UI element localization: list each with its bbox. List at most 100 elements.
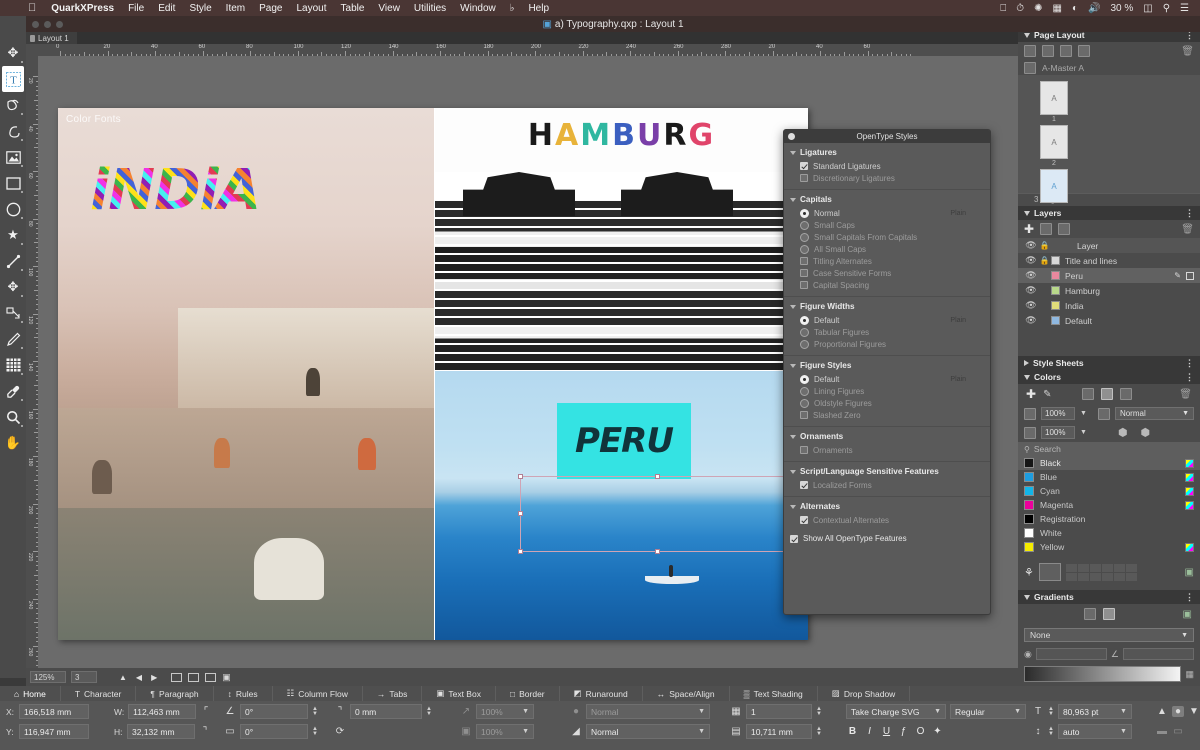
opentype-option-row[interactable]: Small Capitals From Capitals (784, 231, 990, 243)
flip-icon[interactable]: ⟳ (334, 726, 346, 737)
type-style-button[interactable]: ƒ (897, 726, 910, 737)
type-style-button[interactable]: B (846, 726, 859, 737)
battery-meter-icon[interactable]: ▦ (1048, 3, 1067, 14)
checkbox[interactable] (800, 481, 808, 489)
layer-row[interactable]: 👁Default (1018, 313, 1200, 328)
handle-bottom-center[interactable] (655, 549, 660, 554)
recent-colors-grid[interactable] (1066, 564, 1137, 581)
font-family-select[interactable]: Take Charge SVG▼ (846, 704, 946, 719)
fill-color-target-icon[interactable] (1082, 388, 1094, 400)
opentype-option-row[interactable]: Localized Forms (784, 479, 990, 491)
facing-pages-view-button[interactable] (188, 673, 199, 682)
gradient-radial-icon[interactable]: ⬢ (1141, 426, 1151, 439)
opentype-group-header[interactable]: Alternates (784, 501, 990, 514)
text-align-left-icon[interactable]: ▬ (1156, 726, 1168, 737)
opentype-option-row[interactable]: Standard Ligatures (784, 160, 990, 172)
show-all-opentype-checkbox[interactable] (790, 535, 798, 543)
menu-item-file[interactable]: File (121, 3, 151, 14)
master-page-row[interactable]: A-Master A (1018, 60, 1200, 75)
eyedropper-icon[interactable]: ⚘ (1024, 566, 1034, 579)
radio-button[interactable] (800, 233, 809, 242)
menu-item-edit[interactable]: Edit (151, 3, 182, 14)
radio-button[interactable] (800, 245, 809, 254)
chevron-down-icon[interactable]: ▼ (1080, 429, 1087, 436)
previous-page-button[interactable]: ◀ (136, 673, 142, 682)
volume-icon[interactable]: 🔊 (1083, 3, 1105, 14)
single-page-view-button[interactable] (171, 673, 182, 682)
chevron-down-icon[interactable] (1024, 211, 1030, 216)
checkbox[interactable] (800, 281, 808, 289)
tables-tool[interactable] (2, 352, 24, 378)
x-field[interactable]: 166,518 mm (19, 704, 89, 719)
delete-layer-icon[interactable]: 🗑 (1181, 224, 1194, 235)
layer-target-icon[interactable] (1186, 272, 1194, 280)
menu-item-view[interactable]: View (371, 3, 407, 14)
layers-menu-icon[interactable]: ⋮ (1185, 208, 1194, 219)
checkbox[interactable] (800, 516, 808, 524)
layer-visibility-icon[interactable]: 👁 (1024, 255, 1038, 266)
thumbnail-view-button[interactable] (205, 673, 216, 682)
gradient-midpoint-field[interactable] (1036, 648, 1107, 660)
layer-row[interactable]: 👁🔒Title and lines (1018, 253, 1200, 268)
checkbox[interactable] (800, 162, 808, 170)
color-swatch-row[interactable]: Yellow (1018, 540, 1200, 554)
handle-top-left[interactable] (518, 474, 523, 479)
gradient-fill-target-icon[interactable] (1084, 608, 1096, 620)
opentype-option-row[interactable]: Tabular Figures (784, 326, 990, 338)
leading-stepper[interactable]: ▲▼ (1048, 727, 1054, 737)
new-layer-icon[interactable]: ✚ (1024, 222, 1034, 236)
opentype-option-row[interactable]: Capital Spacing (784, 279, 990, 291)
current-page-field[interactable]: 3 (71, 671, 97, 683)
handle-bottom-left[interactable] (518, 549, 523, 554)
layout-page[interactable]: Color Fonts iNDiA HAMBURG (58, 108, 808, 640)
opentype-option-row[interactable]: Small Caps (784, 219, 990, 231)
menu-item-help[interactable]: Help (521, 3, 556, 14)
radio-button[interactable] (800, 209, 809, 218)
opentype-group-header[interactable]: Capitals (784, 194, 990, 207)
radio-button[interactable] (800, 316, 809, 325)
colors-menu-icon[interactable]: ⋮ (1185, 372, 1194, 383)
color-swatch-row[interactable]: Black (1018, 456, 1200, 470)
chevron-down-icon[interactable] (790, 470, 796, 474)
opentype-option-row[interactable]: All Small Caps (784, 243, 990, 255)
chevron-down-icon[interactable]: ▼ (1080, 410, 1087, 417)
blend-mode-select[interactable]: Normal▼ (1115, 407, 1194, 420)
skew-stepper[interactable]: ▲▼ (312, 727, 318, 737)
opentype-option-row[interactable]: Discretionary Ligatures (784, 172, 990, 184)
opentype-option-row[interactable]: DefaultPlain (784, 373, 990, 385)
corner-stepper[interactable]: ▲▼ (426, 707, 432, 717)
opentype-option-row[interactable]: Titling Alternates (784, 255, 990, 267)
bezier-shape-tool[interactable] (2, 92, 24, 118)
layer-edit-icon[interactable]: ✎ (1174, 271, 1181, 280)
w-field[interactable]: 112,463 mm (128, 704, 196, 719)
scale-vertical-field[interactable]: 100%▼ (476, 724, 534, 739)
text-content-tool[interactable]: T (2, 66, 24, 92)
screen-mirror-icon[interactable]: ⎕ (995, 3, 1011, 14)
chevron-down-icon[interactable] (1024, 33, 1030, 38)
horizontal-ruler[interactable]: 0204060801001201401601802002202402602802… (26, 44, 1018, 56)
measurements-tab-runaround[interactable]: ◩Runaround (560, 686, 643, 701)
radio-button[interactable] (800, 340, 809, 349)
checkbox[interactable] (800, 446, 808, 454)
zoom-level-field[interactable]: 125% (30, 671, 66, 683)
current-color-preview[interactable] (1039, 563, 1061, 581)
colors-search-row[interactable]: ⚲ Search (1018, 442, 1200, 456)
align-top-icon[interactable]: ▲ (1156, 706, 1168, 717)
opentype-group-header[interactable]: Ligatures (784, 147, 990, 160)
menu-item-style[interactable]: Style (182, 3, 218, 14)
opentype-option-row[interactable]: Lining Figures (784, 385, 990, 397)
opentype-option-row[interactable]: Slashed Zero (784, 409, 990, 421)
gradient-linear-icon[interactable]: ⬢ (1118, 426, 1128, 439)
menu-item-page[interactable]: Page (252, 3, 289, 14)
chevron-down-icon[interactable] (790, 435, 796, 439)
time-machine-icon[interactable]: ⏱ (1011, 3, 1029, 14)
font-style-select[interactable]: Regular▼ (950, 704, 1026, 719)
type-style-button[interactable]: I (863, 726, 876, 737)
blank-page-icon[interactable] (1024, 45, 1036, 57)
opentype-option-row[interactable]: Oldstyle Figures (784, 397, 990, 409)
layer-visibility-icon[interactable]: 👁 (1024, 300, 1038, 311)
pan-tool[interactable]: ✋ (2, 430, 24, 456)
gradient-stops-icon[interactable]: ▦ (1185, 669, 1194, 680)
checkbox[interactable] (800, 257, 808, 265)
type-style-button[interactable]: O (914, 726, 927, 737)
